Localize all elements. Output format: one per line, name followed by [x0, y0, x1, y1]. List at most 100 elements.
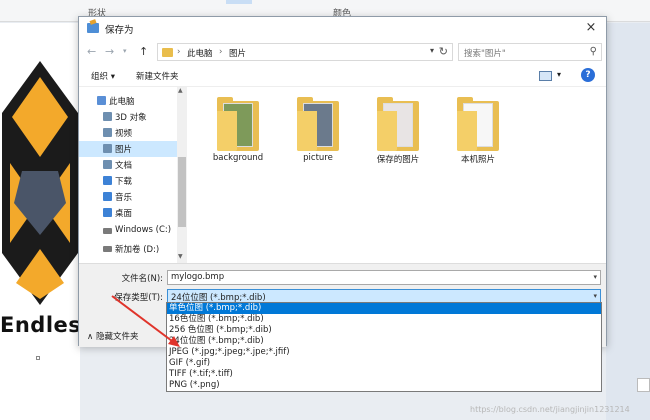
ribbon-selection-indicator — [226, 0, 252, 4]
paint-side-panel — [606, 23, 650, 420]
folder-item[interactable]: 保存的图片 — [363, 95, 433, 175]
nav-item-label: 视频 — [115, 129, 133, 139]
nav-item-downloads[interactable]: 下载 — [79, 173, 177, 189]
address-row: ← → ▾ ↑ › 此电脑 › 图片 ▾ ↻ 搜索"图片" ⚲ — [79, 39, 606, 65]
file-list: background picture 保存的图片 本机照片 — [189, 87, 605, 263]
search-placeholder: 搜索"图片" — [464, 49, 506, 59]
filetype-option[interactable]: 256 色位图 (*.bmp;*.dib) — [167, 325, 601, 336]
address-chevron-icon: › — [177, 47, 181, 57]
forward-arrow-icon[interactable]: → — [105, 45, 114, 58]
nav-item-label: 3D 对象 — [115, 113, 147, 123]
folder-item[interactable]: picture — [283, 95, 353, 175]
organize-button[interactable]: 组织 ▾ — [91, 70, 115, 82]
hide-folders-label: 隐藏文件夹 — [95, 332, 139, 342]
nav-item-label: 桌面 — [115, 209, 133, 219]
nav-item-videos[interactable]: 视频 — [79, 125, 177, 141]
downloads-icon — [103, 176, 112, 185]
filename-value: mylogo.bmp — [171, 272, 225, 282]
folder-icon — [217, 97, 259, 151]
hide-folders-toggle[interactable]: ∧ 隐藏文件夹 — [87, 330, 138, 342]
nav-item-label: 下载 — [115, 177, 133, 187]
drive-icon — [103, 228, 112, 234]
close-button[interactable]: × — [582, 19, 600, 37]
drive-icon — [103, 246, 112, 252]
breadcrumb-separator-icon: › — [219, 47, 223, 57]
address-chevron-down-icon[interactable]: ▾ — [430, 46, 434, 55]
nav-item-desktop[interactable]: 桌面 — [79, 205, 177, 221]
filename-input[interactable]: mylogo.bmp ▾ — [167, 270, 601, 285]
filetype-option[interactable]: PNG (*.png) — [167, 380, 601, 391]
nav-item-label: 文档 — [115, 161, 133, 171]
filetype-option[interactable]: GIF (*.gif) — [167, 358, 601, 369]
filetype-label: 保存类型(T): — [114, 293, 163, 303]
navigation-pane: 此电脑 3D 对象 视频 图片 文档 下载 音乐 桌面 Windows (C:)… — [79, 87, 187, 263]
chevron-up-icon: ∧ — [87, 332, 96, 342]
folder-name: background — [212, 153, 264, 163]
filetype-option[interactable]: 24位位图 (*.bmp;*.dib) — [167, 336, 601, 347]
filetype-dropdown-list: 单色位图 (*.bmp;*.dib) 16色位图 (*.bmp;*.dib) 2… — [166, 302, 602, 392]
breadcrumb-this-pc[interactable]: 此电脑 — [187, 47, 213, 59]
nav-item-music[interactable]: 音乐 — [79, 189, 177, 205]
view-options-icon[interactable] — [539, 71, 552, 81]
back-arrow-icon[interactable]: ← — [87, 45, 96, 58]
nav-item-drive-d[interactable]: 新加卷 (D:) — [79, 241, 177, 257]
dialog-toolbar: 组织 ▾ 新建文件夹 ▾ ? — [79, 65, 606, 87]
breadcrumb-pictures[interactable]: 图片 — [229, 47, 246, 59]
folder-item[interactable]: 本机照片 — [443, 95, 513, 175]
nav-item-3d-objects[interactable]: 3D 对象 — [79, 109, 177, 125]
nav-item-pictures[interactable]: 图片 — [79, 141, 177, 157]
refresh-icon[interactable]: ↻ — [439, 45, 448, 58]
address-folder-icon — [162, 48, 173, 57]
filetype-option[interactable]: 16色位图 (*.bmp;*.dib) — [167, 314, 601, 325]
3d-objects-icon — [103, 112, 112, 121]
computer-icon — [97, 96, 106, 105]
video-icon — [103, 128, 112, 137]
canvas-logo-graphic — [2, 61, 78, 305]
folder-icon — [457, 97, 499, 151]
watermark-text: https://blog.csdn.net/jiangjinjin1231214 — [470, 405, 630, 414]
filetype-chevron-down-icon[interactable]: ▾ — [593, 292, 597, 300]
dialog-title: 保存为 — [105, 25, 134, 36]
nav-item-label: 音乐 — [115, 193, 133, 203]
desktop-icon — [103, 208, 112, 217]
nav-item-this-pc[interactable]: 此电脑 — [79, 93, 177, 109]
filename-label: 文件名(N): — [121, 274, 163, 284]
paint-canvas[interactable]: Endles — [0, 23, 82, 420]
folder-name: 本机照片 — [460, 155, 495, 165]
paint-side-button[interactable] — [637, 378, 650, 392]
up-arrow-icon[interactable]: ↑ — [139, 45, 148, 58]
scroll-up-icon[interactable]: ▲ — [178, 87, 183, 94]
address-bar[interactable]: › 此电脑 › 图片 ▾ ↻ — [157, 43, 453, 61]
filetype-option[interactable]: JPEG (*.jpg;*.jpeg;*.jpe;*.jfif) — [167, 347, 601, 358]
search-input[interactable]: 搜索"图片" ⚲ — [458, 43, 602, 61]
recent-chevron-down-icon[interactable]: ▾ — [123, 47, 127, 55]
folder-icon — [377, 97, 419, 151]
help-icon[interactable]: ? — [581, 68, 595, 82]
save-as-dialog: 保存为 × ← → ▾ ↑ › 此电脑 › 图片 ▾ ↻ 搜索"图片" ⚲ 组织… — [78, 16, 607, 347]
folder-name: picture — [303, 153, 333, 163]
paint-app-icon — [87, 23, 99, 33]
nav-scrollbar[interactable]: ▲ ▼ — [177, 87, 187, 263]
nav-item-label: Windows (C:) — [115, 225, 172, 235]
documents-icon — [103, 160, 112, 169]
canvas-resize-handle[interactable] — [36, 356, 40, 360]
canvas-logo-text: Endles — [0, 313, 82, 337]
nav-item-drive-c[interactable]: Windows (C:) — [79, 223, 177, 239]
new-folder-button[interactable]: 新建文件夹 — [136, 70, 179, 82]
filetype-option[interactable]: 单色位图 (*.bmp;*.dib) — [167, 303, 601, 314]
filetype-option[interactable]: TIFF (*.tif;*.tiff) — [167, 369, 601, 380]
nav-item-documents[interactable]: 文档 — [79, 157, 177, 173]
folder-name: 保存的图片 — [376, 155, 420, 165]
view-chevron-down-icon[interactable]: ▾ — [557, 70, 561, 79]
scroll-down-icon[interactable]: ▼ — [178, 253, 183, 260]
search-icon: ⚲ — [589, 46, 597, 57]
dialog-titlebar[interactable]: 保存为 × — [79, 17, 606, 39]
nav-item-label: 图片 — [115, 145, 133, 155]
nav-item-label: 新加卷 (D:) — [115, 245, 160, 255]
nav-scrollbar-thumb[interactable] — [178, 157, 186, 227]
filename-chevron-down-icon[interactable]: ▾ — [593, 273, 597, 281]
nav-item-label: 此电脑 — [109, 97, 135, 107]
pictures-icon — [103, 144, 112, 153]
folder-item[interactable]: background — [203, 95, 273, 175]
music-icon — [103, 192, 112, 201]
